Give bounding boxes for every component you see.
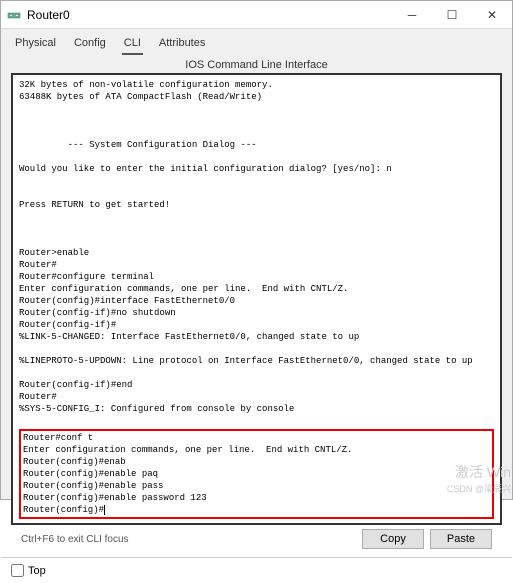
- minimize-button[interactable]: ─: [392, 1, 432, 29]
- terminal-container: 32K bytes of non-volatile configuration …: [1, 73, 512, 557]
- app-icon: [7, 8, 21, 22]
- cli-terminal[interactable]: 32K bytes of non-volatile configuration …: [11, 73, 502, 525]
- router-window: Router0 ─ ☐ ✕ Physical Config CLI Attrib…: [0, 0, 513, 500]
- panel-subtitle: IOS Command Line Interface: [1, 55, 512, 73]
- window-footer: Top: [1, 557, 512, 583]
- window-title: Router0: [27, 8, 392, 22]
- close-button[interactable]: ✕: [472, 1, 512, 29]
- titlebar: Router0 ─ ☐ ✕: [1, 1, 512, 29]
- maximize-button[interactable]: ☐: [432, 1, 472, 29]
- focus-hint: Ctrl+F6 to exit CLI focus: [21, 534, 356, 545]
- top-label: Top: [28, 565, 46, 577]
- top-checkbox[interactable]: [11, 564, 24, 577]
- terminal-footer-row: Ctrl+F6 to exit CLI focus Copy Paste: [11, 525, 502, 553]
- tab-cli[interactable]: CLI: [122, 35, 143, 55]
- window-buttons: ─ ☐ ✕: [392, 1, 512, 29]
- tab-bar: Physical Config CLI Attributes: [1, 29, 512, 55]
- paste-button[interactable]: Paste: [430, 529, 492, 549]
- copy-button[interactable]: Copy: [362, 529, 424, 549]
- tab-attributes[interactable]: Attributes: [157, 35, 207, 55]
- tab-physical[interactable]: Physical: [13, 35, 58, 55]
- tab-config[interactable]: Config: [72, 35, 108, 55]
